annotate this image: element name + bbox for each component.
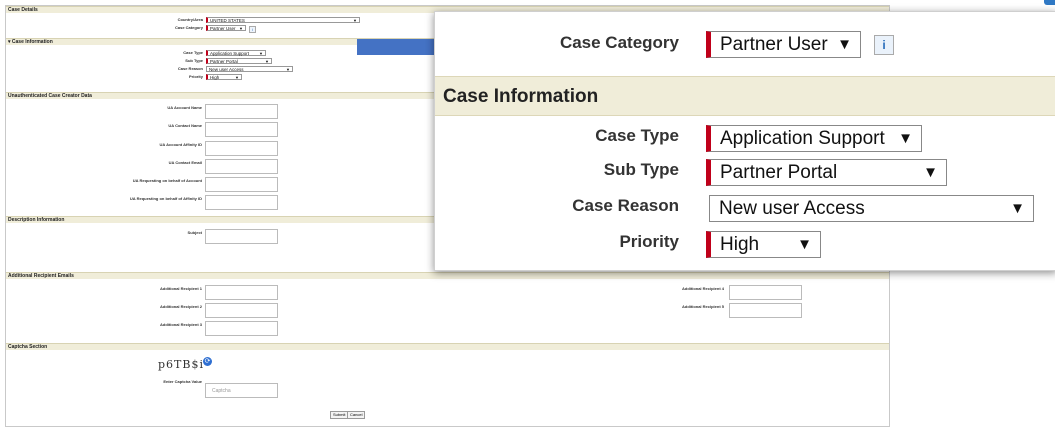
zoom-callout-panel: Case Category Partner User ▼ i Case Infor… [434, 11, 1055, 271]
section-title: Description Information [8, 217, 65, 223]
corner-button[interactable] [1044, 0, 1055, 5]
recipient-5-label: Additional Recipient 5 [681, 304, 724, 309]
recipient-5-input[interactable] [729, 303, 802, 318]
priority-label: Priority [188, 74, 203, 79]
recipient-3-input[interactable] [205, 321, 278, 336]
ua-contact-email-label: UA Contact Email [168, 160, 202, 165]
zoom-priority-label: Priority [619, 232, 679, 251]
recipient-4-input[interactable] [729, 285, 802, 300]
recipient-2-input[interactable] [205, 303, 278, 318]
chevron-down-icon: ▼ [265, 59, 269, 64]
zoom-category-label: Case Category [559, 33, 679, 52]
submit-button[interactable]: Submit [330, 411, 349, 419]
chevron-down-icon: ▼ [235, 75, 239, 80]
chevron-down-icon: ▼ [1010, 200, 1025, 217]
ua-contact-email-input[interactable] [205, 159, 278, 174]
zoom-priority-select[interactable]: High ▼ [706, 231, 821, 258]
zoom-case-reason-select[interactable]: New user Access ▼ [709, 195, 1034, 222]
zoom-sub-type-select[interactable]: Partner Portal ▼ [706, 159, 947, 186]
sub-type-select[interactable]: Partner Portal ▼ [206, 58, 272, 64]
category-select[interactable]: Partner User ▼ [206, 25, 246, 31]
priority-select[interactable]: High ▼ [206, 74, 242, 80]
info-icon[interactable]: i [249, 26, 256, 33]
section-title: Case Information [443, 86, 599, 107]
captcha-input[interactable]: Captcha [205, 383, 278, 398]
captcha-image: p6TB$i [158, 358, 204, 371]
recipient-1-label: Additional Recipient 1 [159, 286, 202, 291]
ua-behalf-affinity-input[interactable] [205, 195, 278, 210]
chevron-down-icon: ▼ [239, 26, 243, 31]
subject-input[interactable] [205, 229, 278, 244]
section-title: Case Details [8, 7, 38, 13]
ua-account-name-input[interactable] [205, 104, 278, 119]
collapse-icon: ▾ [8, 39, 11, 45]
zoom-case-type-select[interactable]: Application Support ▼ [706, 125, 922, 152]
sub-type-label: Sub Type [185, 58, 203, 63]
ua-account-name-label: UA Account Name [167, 105, 202, 110]
ua-contact-name-input[interactable] [205, 122, 278, 137]
ua-behalf-account-label: UA Requesting on behalf of Account [132, 178, 202, 183]
zoom-section-case-information: Case Information [435, 76, 1055, 116]
section-title: Case Information [11, 39, 53, 45]
chevron-down-icon: ▼ [259, 51, 263, 56]
zoom-case-reason-label: Case Reason [572, 196, 679, 215]
case-reason-label: Case Reason [177, 66, 203, 71]
captcha-label: Enter Captcha Value [163, 379, 202, 384]
zoom-category-select[interactable]: Partner User ▼ [706, 31, 861, 58]
section-captcha: Captcha Section [6, 343, 889, 350]
cancel-button[interactable]: Cancel [347, 411, 366, 419]
country-select[interactable]: UNITED STATES ▼ [206, 17, 360, 23]
case-type-select[interactable]: Application Support ▼ [206, 50, 266, 56]
section-title: Unauthenticated Case Creator Data [8, 93, 92, 99]
zoom-sub-type-label: Sub Type [603, 160, 679, 179]
category-label: Case Category [174, 25, 203, 30]
chevron-down-icon: ▼ [353, 18, 357, 23]
case-reason-select[interactable]: New user Access ▼ [206, 66, 293, 72]
chevron-down-icon: ▼ [898, 130, 913, 147]
country-label: Country/Area [177, 17, 203, 22]
chevron-down-icon: ▼ [797, 236, 812, 253]
section-recipients: Additional Recipient Emails [6, 272, 889, 279]
ua-behalf-affinity-label: UA Requesting on behalf of Affinity ID [129, 196, 202, 201]
recipient-1-input[interactable] [205, 285, 278, 300]
ua-affinity-id-input[interactable] [205, 141, 278, 156]
recipient-4-label: Additional Recipient 4 [681, 286, 724, 291]
zoom-case-type-label: Case Type [595, 126, 679, 145]
chevron-down-icon: ▼ [837, 36, 852, 53]
ua-behalf-account-input[interactable] [205, 177, 278, 192]
section-title: Additional Recipient Emails [8, 273, 74, 279]
ua-contact-name-label: UA Contact Name [168, 123, 202, 128]
recipient-3-label: Additional Recipient 3 [159, 322, 202, 327]
chevron-down-icon: ▼ [923, 164, 938, 181]
ua-affinity-id-label: UA Account Affinity ID [159, 142, 202, 147]
refresh-icon[interactable]: ⟳ [203, 357, 212, 366]
recipient-2-label: Additional Recipient 2 [159, 304, 202, 309]
chevron-down-icon: ▼ [286, 67, 290, 72]
subject-label: Subject [187, 230, 202, 235]
case-type-label: Case Type [183, 50, 203, 55]
section-title: Captcha Section [8, 344, 48, 350]
info-icon[interactable]: i [874, 35, 894, 55]
